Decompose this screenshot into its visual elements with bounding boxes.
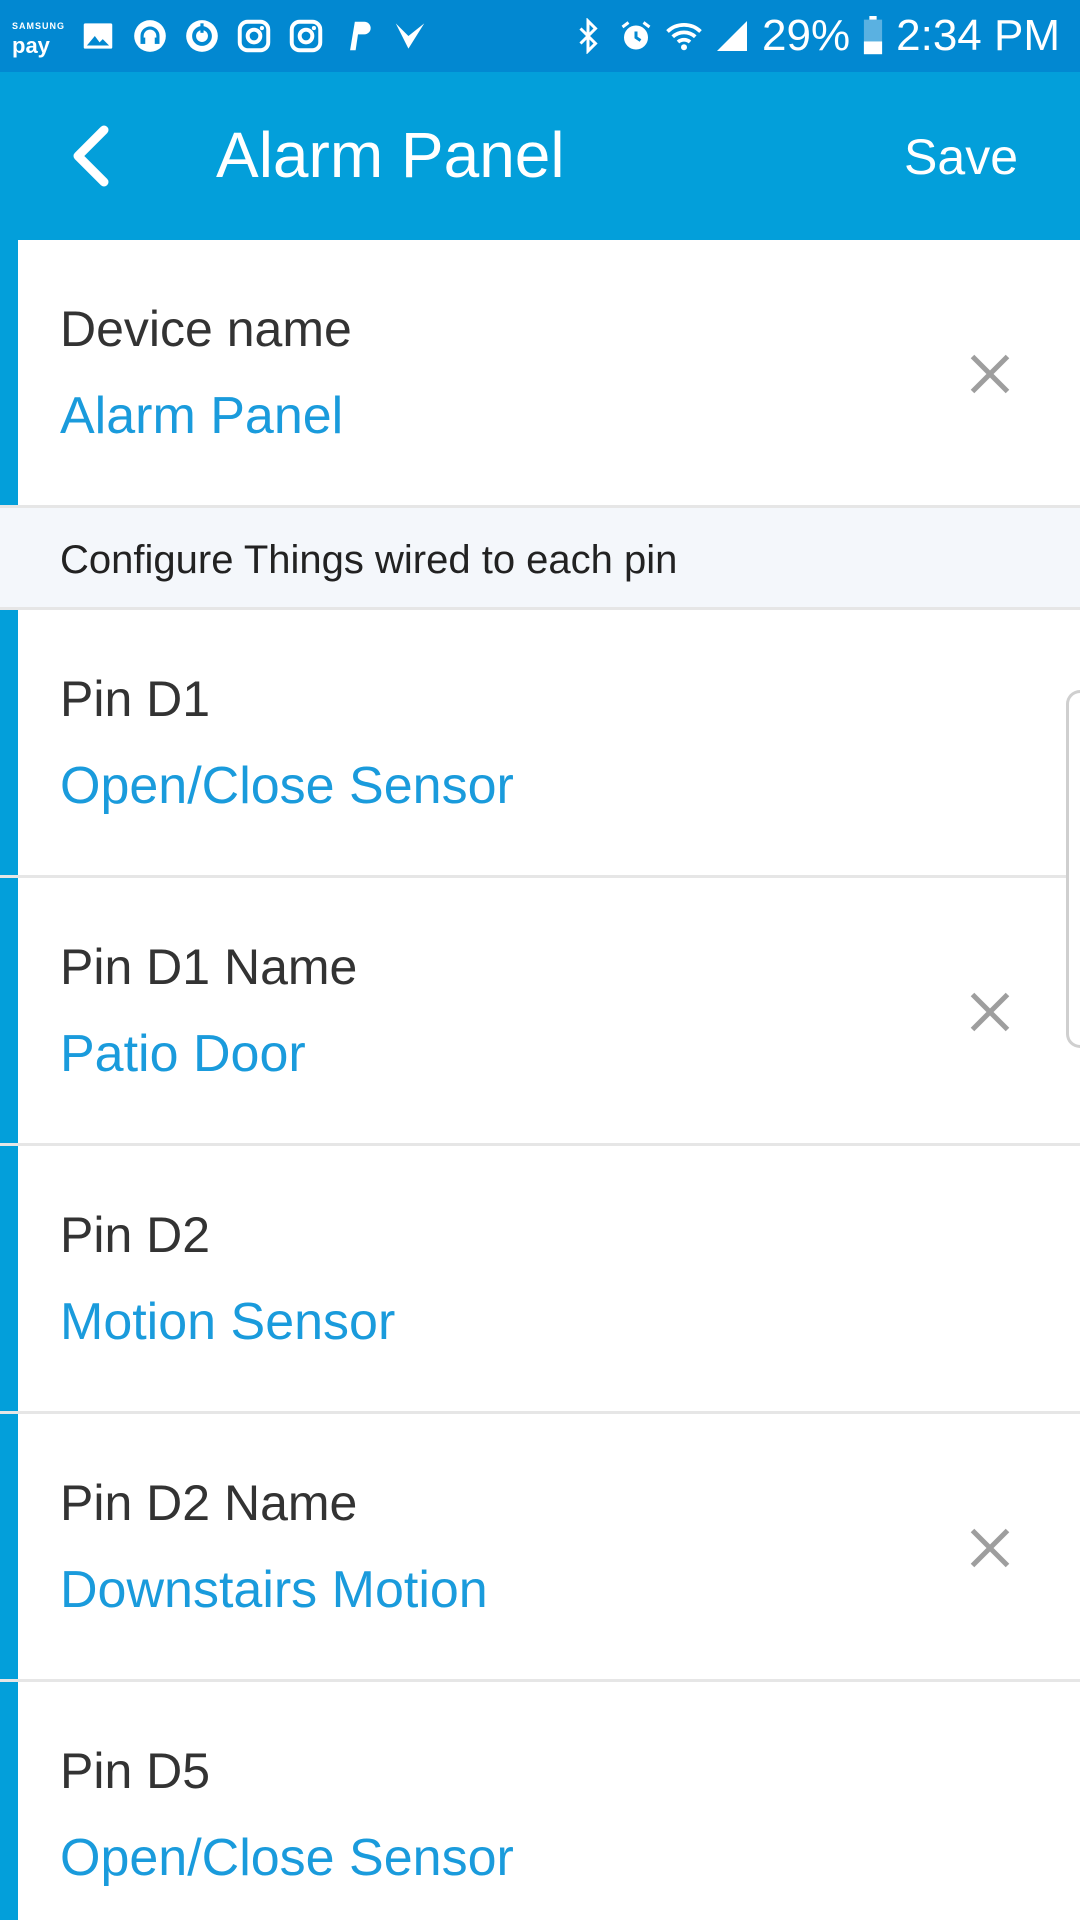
status-right-icons: 29% 2:34 PM xyxy=(570,8,1060,64)
save-button[interactable]: Save xyxy=(904,128,1018,186)
battery-icon xyxy=(862,16,884,56)
pin-name-label: Pin D2 Name xyxy=(60,1475,358,1531)
device-name-label: Device name xyxy=(60,301,352,357)
pin-d2-name-field[interactable]: Pin D2 Name Downstairs Motion xyxy=(0,1414,1080,1682)
gallery-icon xyxy=(79,17,117,55)
close-icon xyxy=(970,1528,1010,1568)
samsung-pay-icon: SAMSUNG pay xyxy=(12,16,65,58)
pin-name-value[interactable]: Patio Door xyxy=(60,1024,306,1084)
pin-d1-selector[interactable]: Pin D1 Open/Close Sensor xyxy=(0,610,1080,878)
clear-device-name-button[interactable] xyxy=(960,344,1020,404)
back-button[interactable] xyxy=(52,116,132,196)
wifi-icon xyxy=(666,18,702,54)
bluetooth-icon xyxy=(570,18,606,54)
status-left-icons: SAMSUNG pay xyxy=(12,12,429,60)
instagram-icon xyxy=(235,17,273,55)
row-accent xyxy=(0,1146,18,1411)
headset-icon xyxy=(131,17,169,55)
pin-value[interactable]: Open/Close Sensor xyxy=(60,756,514,816)
pin-value[interactable]: Open/Close Sensor xyxy=(60,1828,514,1888)
status-bar: SAMSUNG pay 29% 2:34 PM xyxy=(0,0,1080,72)
pin-label: Pin D5 xyxy=(60,1743,211,1799)
section-header: Configure Things wired to each pin xyxy=(0,508,1080,610)
device-name-value[interactable]: Alarm Panel xyxy=(60,386,343,446)
pin-label: Pin D1 xyxy=(60,671,211,727)
row-accent xyxy=(0,610,18,875)
settings-list: Device name Alarm Panel Configure Things… xyxy=(0,240,1080,1920)
row-accent xyxy=(0,1414,18,1679)
sync-icon xyxy=(183,17,221,55)
scroll-handle[interactable] xyxy=(1066,690,1080,1048)
pin-d1-name-field[interactable]: Pin D1 Name Patio Door xyxy=(0,878,1080,1146)
section-header-text: Configure Things wired to each pin xyxy=(60,538,678,582)
close-icon xyxy=(970,354,1010,394)
app-bar: Alarm Panel Save xyxy=(0,72,1080,240)
paypal-icon xyxy=(339,17,377,55)
signal-icon xyxy=(714,18,750,54)
battery-percent: 29% xyxy=(762,11,851,60)
close-icon xyxy=(970,992,1010,1032)
check-icon xyxy=(391,17,429,55)
row-accent xyxy=(0,1682,18,1920)
samsung-pay-label: pay xyxy=(12,33,50,58)
pin-name-value[interactable]: Downstairs Motion xyxy=(60,1560,488,1620)
pin-label: Pin D2 xyxy=(60,1207,211,1263)
pin-name-label: Pin D1 Name xyxy=(60,939,358,995)
device-name-field[interactable]: Device name Alarm Panel xyxy=(0,240,1080,508)
page-title: Alarm Panel xyxy=(216,119,565,191)
pin-d2-selector[interactable]: Pin D2 Motion Sensor xyxy=(0,1146,1080,1414)
status-time: 2:34 PM xyxy=(896,11,1060,60)
pin-value[interactable]: Motion Sensor xyxy=(60,1292,395,1352)
row-accent xyxy=(0,240,18,505)
chevron-left-icon xyxy=(73,125,109,187)
alarm-icon xyxy=(618,18,654,54)
row-accent xyxy=(0,878,18,1143)
instagram-icon xyxy=(287,17,325,55)
clear-pin-d2-name-button[interactable] xyxy=(960,1518,1020,1578)
clear-pin-d1-name-button[interactable] xyxy=(960,982,1020,1042)
pin-d5-selector[interactable]: Pin D5 Open/Close Sensor xyxy=(0,1682,1080,1920)
